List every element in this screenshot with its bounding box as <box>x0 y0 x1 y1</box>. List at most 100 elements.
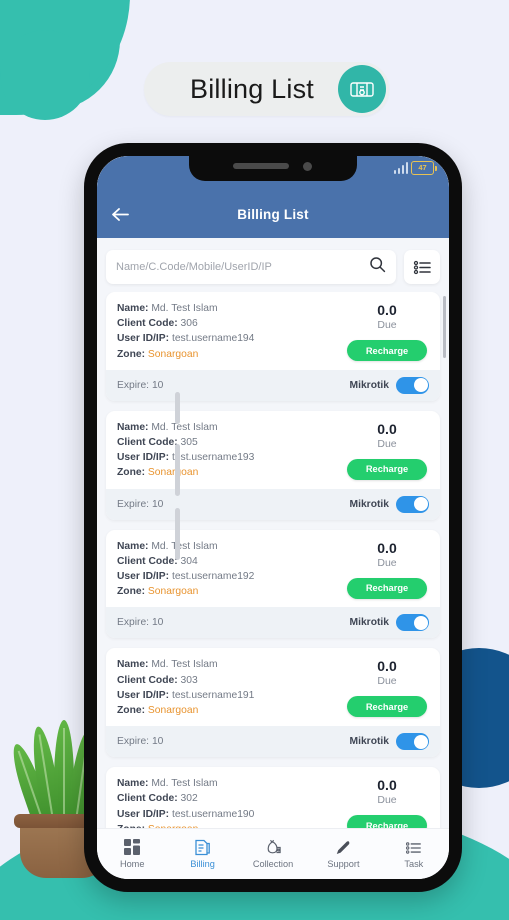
billing-card[interactable]: Name: Md. Test Islam Client Code: 305 User… <box>106 410 440 520</box>
billing-card-footer: Expire: 10 Mikrotik <box>106 488 440 520</box>
due-amount: 0.0 <box>377 658 397 675</box>
billing-card-body: Name: Md. Test Islam Client Code: 303 User… <box>106 648 440 726</box>
phone-button-volume-up[interactable] <box>175 444 180 496</box>
invoice-ticket-icon <box>338 65 386 113</box>
phone-screen: 47 Billing List Name/C.Code/Mobile/UserI… <box>97 156 449 879</box>
billing-card-info: Name: Md. Test Islam Client Code: 302 User… <box>117 776 345 829</box>
row-client-code: Client Code: 306 <box>117 318 198 330</box>
recharge-button[interactable]: Recharge <box>347 340 427 361</box>
nav-item-billing[interactable]: Billing <box>167 839 237 869</box>
recharge-button[interactable]: Recharge <box>347 458 427 480</box>
billing-card-actions: 0.0 Due Recharge <box>345 420 429 481</box>
search-row: Name/C.Code/Mobile/UserID/IP <box>97 248 449 286</box>
speaker-grille <box>233 163 289 169</box>
nav-item-home[interactable]: Home <box>97 839 167 869</box>
billing-card-body: Name: Md. Test Islam Client Code: 302 User… <box>106 767 440 829</box>
task-list-icon <box>406 841 422 854</box>
recharge-button[interactable]: Recharge <box>347 815 427 829</box>
billing-list[interactable]: Name: Md. Test Islam Client Code: 306 User… <box>97 292 449 829</box>
due-label: Due <box>377 319 397 331</box>
billing-card-footer: Expire: 10 Mikrotik <box>106 726 440 758</box>
mikrotik-label: Mikrotik <box>349 379 389 391</box>
billing-card-body: Name: Md. Test Islam Client Code: 306 User… <box>106 292 440 370</box>
signal-bars-icon <box>393 162 408 174</box>
status-bar-right: 47 <box>393 161 437 175</box>
expire-label: Expire: 10 <box>117 379 164 391</box>
row-name: Name: Md. Test Islam <box>117 421 218 433</box>
billing-card-info: Name: Md. Test Islam Client Code: 305 User… <box>117 420 345 481</box>
row-user-id: User ID/IP: test.username193 <box>117 452 255 464</box>
nav-label-task: Task <box>404 858 424 869</box>
billing-card-body: Name: Md. Test Islam Client Code: 305 User… <box>106 411 440 489</box>
row-user-id: User ID/IP: test.username194 <box>117 333 255 345</box>
battery-icon: 47 <box>411 161 437 175</box>
mikrotik-toggle[interactable] <box>396 376 429 394</box>
page-title-pill: Billing List <box>144 62 389 116</box>
nav-item-collection[interactable]: Collection <box>238 839 308 869</box>
expire-label: Expire: 10 <box>117 736 164 748</box>
money-bag-icon <box>267 839 281 854</box>
billing-card-footer: Expire: 10 Mikrotik <box>106 369 440 401</box>
expire-label: Expire: 10 <box>117 498 164 510</box>
search-icon[interactable] <box>369 256 386 278</box>
due-label: Due <box>377 675 397 688</box>
decor-blob-top-left-curve <box>0 0 130 120</box>
row-user-id: User ID/IP: test.username192 <box>117 571 255 583</box>
row-zone: Zone: Sonargoan <box>117 467 199 479</box>
nav-label-support: Support <box>327 859 360 869</box>
filter-list-icon[interactable] <box>404 250 440 284</box>
nav-label-home: Home <box>119 859 145 869</box>
due-amount: 0.0 <box>377 420 397 437</box>
due-amount: 0.0 <box>377 777 397 794</box>
row-client-code: Client Code: 303 <box>117 674 198 686</box>
back-arrow-icon[interactable] <box>97 207 143 222</box>
mikrotik-label: Mikrotik <box>349 617 389 629</box>
search-placeholder: Name/C.Code/Mobile/UserID/IP <box>116 261 272 273</box>
nav-item-task[interactable]: Task <box>379 840 449 869</box>
billing-card[interactable]: Name: Md. Test Islam Client Code: 302 User… <box>106 767 440 829</box>
mikrotik-label: Mikrotik <box>349 736 389 748</box>
billing-card-actions: 0.0 Due Recharge <box>345 657 429 718</box>
row-client-code: Client Code: 304 <box>117 555 198 567</box>
search-input[interactable]: Name/C.Code/Mobile/UserID/IP <box>106 250 396 284</box>
phone-notch <box>189 156 357 181</box>
row-zone: Zone: Sonargoan <box>117 348 199 360</box>
pen-icon <box>336 841 350 854</box>
nav-item-support[interactable]: Support <box>308 839 378 869</box>
phone-button-silent[interactable] <box>175 392 180 424</box>
due-amount: 0.0 <box>377 539 397 556</box>
list-scrollbar[interactable] <box>442 296 446 358</box>
billing-card-actions: 0.0 Due Recharge <box>345 776 429 829</box>
mikrotik-toggle[interactable] <box>396 733 429 751</box>
billing-card[interactable]: Name: Md. Test Islam Client Code: 306 User… <box>106 292 440 401</box>
due-label: Due <box>377 437 397 450</box>
page-title: Billing List <box>190 73 314 104</box>
row-zone: Zone: Sonargoan <box>117 586 199 598</box>
due-label: Due <box>377 794 397 807</box>
billing-card-info: Name: Md. Test Islam Client Code: 306 User… <box>117 301 345 362</box>
mikrotik-label: Mikrotik <box>349 498 389 510</box>
billing-card-info: Name: Md. Test Islam Client Code: 303 User… <box>117 657 345 718</box>
nav-label-collection: Collection <box>252 859 294 869</box>
row-client-code: Client Code: 305 <box>117 437 198 449</box>
app-bar-row: Billing List <box>97 194 449 234</box>
front-camera <box>303 162 312 171</box>
expire-label: Expire: 10 <box>117 617 164 629</box>
billing-card-actions: 0.0 Due Recharge <box>345 539 429 600</box>
row-name: Name: Md. Test Islam <box>117 778 218 790</box>
app-bar: 47 Billing List <box>97 156 449 238</box>
battery-level: 47 <box>418 163 427 173</box>
mikrotik-toggle[interactable] <box>396 495 429 513</box>
dashboard-grid-icon <box>123 839 140 855</box>
recharge-button[interactable]: Recharge <box>347 696 427 718</box>
phone-button-volume-down[interactable] <box>175 508 180 560</box>
bottom-navigation: Home Billing Collection Support Task <box>97 828 449 879</box>
mikrotik-toggle[interactable] <box>396 614 429 632</box>
billing-card[interactable]: Name: Md. Test Islam Client Code: 304 User… <box>106 529 440 639</box>
invoice-icon <box>195 839 210 856</box>
due-amount: 0.0 <box>377 302 397 318</box>
billing-card[interactable]: Name: Md. Test Islam Client Code: 303 User… <box>106 648 440 758</box>
poster-stage: Billing List 47 Billing List Name/C.Code… <box>0 0 509 920</box>
recharge-button[interactable]: Recharge <box>347 577 427 599</box>
row-name: Name: Md. Test Islam <box>117 303 218 314</box>
